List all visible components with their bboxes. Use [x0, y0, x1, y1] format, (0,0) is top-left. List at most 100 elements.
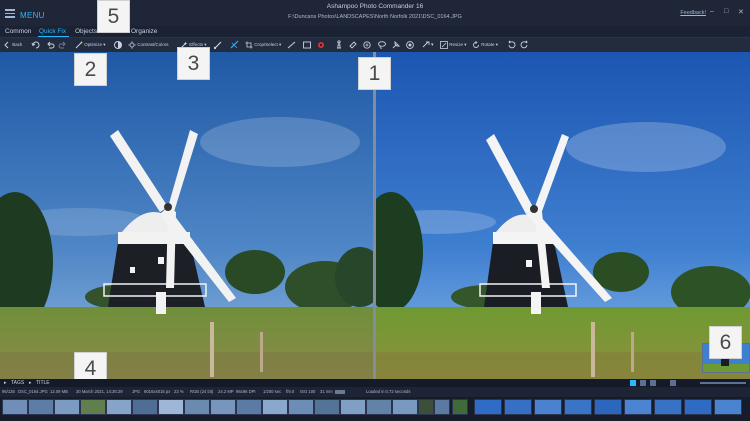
callout-5: 5	[97, 0, 130, 33]
redo-icon[interactable]	[58, 40, 68, 50]
thumbnail[interactable]	[2, 399, 28, 415]
rotate-icon	[473, 40, 479, 48]
title-label[interactable]: TITLE	[36, 379, 50, 387]
thumbnail[interactable]	[392, 399, 418, 415]
exif-badge-icon	[335, 390, 345, 394]
thumbnail[interactable]	[594, 399, 622, 415]
eraser-icon[interactable]	[348, 40, 358, 50]
thumbnail[interactable]	[236, 399, 262, 415]
windmill-photo-before	[0, 52, 373, 379]
thumbnail[interactable]	[210, 399, 236, 415]
windmill-photo-after	[376, 52, 750, 379]
callout-2: 2	[74, 53, 107, 86]
thumbnail[interactable]	[158, 399, 184, 415]
crop-select-label: Crop/Select	[254, 42, 278, 47]
fullscreen-icon[interactable]	[670, 380, 676, 386]
thumbnail[interactable]	[714, 399, 742, 415]
thumbnail[interactable]	[654, 399, 682, 415]
focal-length: 31 mm	[320, 389, 333, 394]
color-depth: RGB (24 bit)	[190, 389, 214, 394]
tab-objects[interactable]: Objects	[75, 28, 97, 35]
thumbnail[interactable]	[534, 399, 562, 415]
thumbnail[interactable]	[624, 399, 652, 415]
rotate-label: Rotate	[481, 42, 495, 47]
thumbnail[interactable]	[474, 399, 502, 415]
compare-split-handle[interactable]	[373, 52, 376, 379]
view-mode-icon[interactable]	[630, 380, 636, 386]
undo-all-icon[interactable]	[31, 40, 41, 50]
rotate-right-icon[interactable]	[520, 40, 530, 50]
more-tools-dropdown-icon[interactable]: ▾	[431, 40, 434, 50]
aperture: f/9.0	[286, 389, 295, 394]
tab-organize[interactable]: Organize	[131, 28, 157, 35]
image-compare-view[interactable]	[0, 52, 750, 379]
text-tool-icon[interactable]	[421, 40, 431, 50]
thumbnail[interactable]	[80, 399, 106, 415]
view-grid-icon[interactable]	[640, 380, 646, 386]
iso: ISO 100	[300, 389, 316, 394]
callout-3: 3	[177, 47, 210, 80]
view-list-icon[interactable]	[650, 380, 656, 386]
thumbnail[interactable]	[504, 399, 532, 415]
thumbnail[interactable]	[28, 399, 54, 415]
rotate-button[interactable]: Rotate ▾	[472, 40, 498, 50]
file-format: JPG	[132, 389, 141, 394]
thumbnail[interactable]	[684, 399, 712, 415]
tab-quick-fix[interactable]: Quick Fix	[39, 28, 66, 35]
tags-expand-icon[interactable]: ▸	[4, 379, 7, 387]
undo-icon[interactable]	[45, 40, 55, 50]
record-icon[interactable]	[405, 40, 415, 50]
heal-icon[interactable]	[362, 40, 372, 50]
file-size: 12.09 MB	[50, 389, 68, 394]
filmstrip[interactable]	[0, 397, 750, 421]
thumbnail[interactable]	[452, 399, 468, 415]
brightness-icon[interactable]	[113, 40, 123, 50]
back-button[interactable]: Back	[3, 40, 22, 50]
rotate-left-icon[interactable]	[506, 40, 516, 50]
pin-icon[interactable]	[391, 40, 401, 50]
exposure-time: 1/200 sec	[263, 389, 282, 394]
quick-fix-toolbar: Back Optimize ▾ Contrast/Colors Effects …	[0, 37, 750, 53]
crop-select-button[interactable]: Crop/Select ▾	[245, 40, 281, 50]
thumbnail[interactable]	[288, 399, 314, 415]
rectangle-select-icon[interactable]	[302, 40, 312, 50]
thumbnail[interactable]	[262, 399, 288, 415]
feedback-link[interactable]: Feedback!	[680, 10, 706, 16]
thumbnail[interactable]	[418, 399, 434, 415]
thumbnail[interactable]	[366, 399, 392, 415]
file-name: DSC_0164.JPG	[18, 389, 48, 394]
clone-stamp-icon[interactable]	[334, 40, 344, 50]
thumbnail[interactable]	[132, 399, 158, 415]
resize-icon	[440, 40, 448, 49]
tags-label[interactable]: TAGS	[11, 379, 24, 387]
minimize-icon[interactable]: –	[710, 8, 714, 15]
optimize-button[interactable]: Optimize ▾	[75, 40, 106, 50]
file-info-bar: 96/136 DSC_0164.JPG 12.09 MB 30 March 20…	[0, 387, 750, 397]
contrast-colors-button[interactable]: Contrast/Colors	[128, 40, 169, 50]
magic-wand-icon	[75, 41, 83, 49]
thumbnail[interactable]	[314, 399, 340, 415]
thumbnail[interactable]	[184, 399, 210, 415]
thumbnail[interactable]	[54, 399, 80, 415]
title-expand-icon[interactable]: ▸	[29, 379, 32, 387]
sun-icon	[128, 41, 136, 49]
straighten-icon[interactable]	[230, 40, 240, 50]
lasso-icon[interactable]	[377, 40, 387, 50]
line-tool-icon[interactable]	[287, 40, 297, 50]
resize-button[interactable]: Resize ▾	[440, 40, 467, 50]
tags-title-bar: ▸ TAGS ▸ TITLE	[0, 379, 750, 387]
brush-icon[interactable]	[213, 40, 223, 50]
thumbnail[interactable]	[564, 399, 592, 415]
thumbnail[interactable]	[106, 399, 132, 415]
maximize-icon[interactable]: □	[724, 8, 728, 15]
thumbnail[interactable]	[434, 399, 450, 415]
callout-6: 6	[709, 326, 742, 359]
after-image	[376, 52, 750, 379]
zoom-slider[interactable]	[700, 382, 746, 384]
thumbnail[interactable]	[340, 399, 366, 415]
back-label: Back	[12, 42, 23, 47]
close-icon[interactable]: ✕	[738, 8, 744, 16]
red-eye-icon[interactable]	[316, 40, 326, 50]
tab-common[interactable]: Common	[5, 28, 31, 35]
image-dimensions: 6016x4016 px	[144, 389, 171, 394]
